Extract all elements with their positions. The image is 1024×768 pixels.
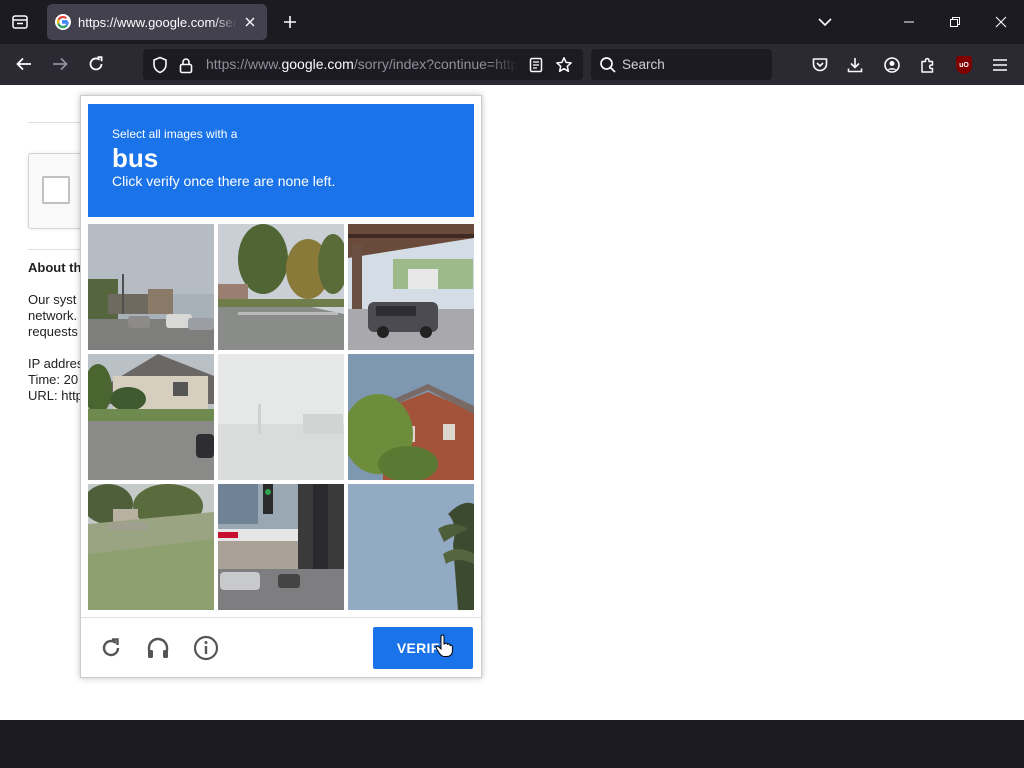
image-tile-5[interactable] [218, 354, 344, 480]
back-button[interactable] [10, 50, 38, 78]
arrow-left-icon [16, 57, 31, 71]
url-host: google.com [281, 56, 354, 72]
search-placeholder: Search [622, 57, 665, 72]
firefox-view-button[interactable] [6, 8, 34, 36]
url-path: /sorry/index?continue=https [353, 56, 518, 72]
image-tile-2[interactable] [218, 224, 344, 350]
url-text[interactable]: https://www.google.com/sorry/index?conti… [206, 56, 518, 74]
reload-icon [89, 56, 103, 71]
tab-close-button[interactable] [241, 13, 259, 31]
account-button[interactable] [880, 53, 904, 77]
challenge-target: bus [112, 143, 159, 173]
search-icon [600, 57, 616, 73]
tracking-protection-shield-icon[interactable] [151, 56, 169, 74]
account-icon [884, 57, 900, 73]
image-grid [88, 224, 474, 610]
reload-icon [102, 638, 120, 657]
download-icon [847, 58, 863, 73]
image-tile-6[interactable] [348, 354, 474, 480]
verify-button[interactable]: VERIFY [373, 627, 473, 669]
browser-titlebar: https://www.google.com/search [0, 0, 1024, 44]
help-button[interactable] [192, 634, 220, 662]
chevron-down-icon [818, 18, 832, 27]
plus-icon [284, 16, 296, 28]
divider [28, 249, 88, 250]
minimize-button[interactable] [886, 0, 932, 44]
url-prefix: https://www. [206, 56, 282, 72]
reader-view-button[interactable] [527, 56, 545, 74]
restore-icon [950, 17, 960, 27]
footer-divider [81, 617, 481, 618]
close-window-button[interactable] [978, 0, 1024, 44]
bookmark-star-button[interactable] [555, 56, 573, 74]
search-bar[interactable]: Search [591, 49, 772, 80]
close-icon [245, 17, 255, 27]
divider [28, 122, 88, 123]
challenge-prompt: Select all images with a [112, 127, 238, 141]
reload-challenge-button[interactable] [97, 634, 125, 662]
image-tile-1[interactable] [88, 224, 214, 350]
reader-view-icon [529, 57, 543, 73]
paragraph-line: network. [28, 308, 78, 323]
restore-button[interactable] [932, 0, 978, 44]
paragraph-line: Our syst [28, 292, 77, 307]
minimize-icon [904, 21, 914, 23]
firefox-view-icon [12, 15, 28, 29]
arrow-right-icon [53, 57, 68, 71]
challenge-header: Select all images with a bus Click verif… [88, 104, 474, 217]
about-heading: About th [28, 260, 82, 275]
extensions-button[interactable] [916, 53, 940, 77]
pocket-icon [812, 58, 828, 72]
paragraph-line: requests [28, 324, 78, 339]
star-icon [556, 57, 572, 73]
info-icon [193, 635, 219, 661]
recaptcha-anchor-widget [28, 153, 88, 229]
url-bar[interactable]: https://www.google.com/sorry/index?conti… [143, 49, 583, 80]
ublock-origin-button[interactable]: uO [952, 53, 976, 77]
new-tab-button[interactable] [279, 11, 301, 33]
puzzle-piece-icon [921, 57, 934, 73]
browser-tab-active[interactable]: https://www.google.com/search [47, 4, 267, 40]
challenge-instruction: Click verify once there are none left. [112, 173, 336, 189]
headphones-icon [147, 637, 169, 658]
image-tile-7[interactable] [88, 484, 214, 610]
recaptcha-challenge-popup: Select all images with a bus Click verif… [80, 95, 482, 678]
image-tile-8[interactable] [218, 484, 344, 610]
image-tile-4[interactable] [88, 354, 214, 480]
tab-title: https://www.google.com/search [78, 14, 237, 30]
app-menu-button[interactable] [988, 53, 1012, 77]
list-all-tabs-button[interactable] [814, 11, 836, 33]
browser-navbar: https://www.google.com/sorry/index?conti… [0, 44, 1024, 85]
taskbar-area [0, 720, 1024, 768]
ip-address-line: IP addres [28, 356, 84, 371]
audio-challenge-button[interactable] [144, 634, 172, 662]
recaptcha-checkbox[interactable] [42, 176, 70, 204]
time-line: Time: 20 [28, 372, 79, 387]
ublock-shield-icon: uO [956, 56, 972, 74]
lock-icon[interactable] [177, 56, 195, 74]
close-icon [995, 16, 1007, 28]
reload-button[interactable] [82, 50, 110, 78]
image-tile-9[interactable] [348, 484, 474, 610]
forward-button[interactable] [46, 50, 74, 78]
url-line: URL: http [28, 388, 83, 403]
google-g-icon [55, 14, 71, 30]
hamburger-menu-icon [993, 59, 1007, 71]
image-tile-3[interactable] [348, 224, 474, 350]
pocket-button[interactable] [808, 53, 832, 77]
hand-pointer-icon [435, 634, 453, 657]
downloads-button[interactable] [843, 53, 867, 77]
